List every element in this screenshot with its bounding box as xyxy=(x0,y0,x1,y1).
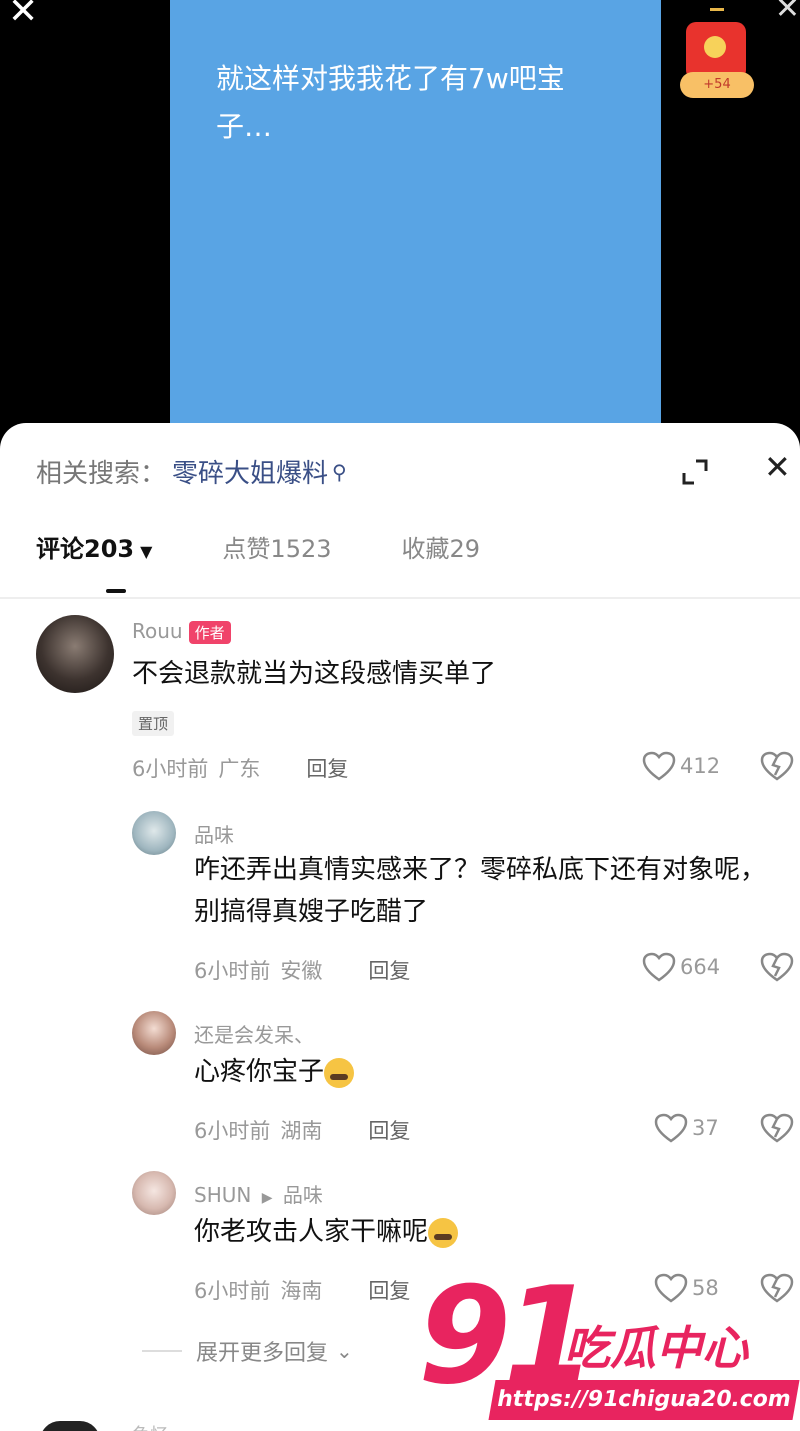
close-icon[interactable]: ✕ xyxy=(8,0,38,30)
comment-meta: 6小时前 海南 回复 xyxy=(194,1275,420,1305)
like-count: 664 xyxy=(680,955,721,979)
comment-text: 心疼你宝子 xyxy=(194,1051,774,1093)
reply-button[interactable]: 回复 xyxy=(368,959,410,983)
username-text: SHUN xyxy=(194,1183,252,1207)
comment-username[interactable]: 还是会发呆、 xyxy=(194,1019,314,1048)
tab-active-indicator xyxy=(106,589,126,593)
screen: 就这样对我我花了有7w吧宝子… ✕ ✕ +54 相关搜索： 零碎大姐爆料 ⚲ ✕… xyxy=(0,0,800,1431)
sheet-close-icon[interactable]: ✕ xyxy=(764,451,791,483)
comment-meta: 6小时前 安徽 回复 xyxy=(194,955,420,985)
author-badge: 作者 xyxy=(188,621,231,644)
video-overlay-text: 就这样对我我花了有7w吧宝子… xyxy=(216,62,565,143)
related-search-keyword[interactable]: 零碎大姐爆料 xyxy=(172,453,328,490)
related-search[interactable]: 相关搜索： 零碎大姐爆料 ⚲ xyxy=(36,453,347,490)
avatar[interactable] xyxy=(36,615,114,693)
comment-time: 6小时前 xyxy=(194,959,271,983)
reply-button[interactable]: 回复 xyxy=(368,1279,410,1303)
watermark-url: https://91chigua20.com xyxy=(488,1380,800,1420)
search-icon: ⚲ xyxy=(332,459,347,484)
redpack-reward-label: +54 xyxy=(680,72,754,98)
tab-comments[interactable]: 评论203 ▼ xyxy=(36,529,152,564)
chevron-down-icon: ⌄ xyxy=(336,1339,353,1363)
comment-region: 安徽 xyxy=(280,959,323,983)
comment-text-content: 你老攻击人家干嘛呢 xyxy=(194,1217,429,1247)
tab-favorites[interactable]: 收藏29 xyxy=(402,529,481,564)
avatar[interactable] xyxy=(132,1171,176,1215)
dislike-icon[interactable] xyxy=(760,751,794,781)
fullscreen-icon[interactable] xyxy=(680,457,710,487)
video-player[interactable]: 就这样对我我花了有7w吧宝子… ✕ ✕ +54 xyxy=(0,0,800,440)
like-button[interactable]: 37 xyxy=(654,1113,719,1143)
avatar[interactable] xyxy=(40,1421,100,1431)
comment-meta: 6小时前 湖南 回复 xyxy=(194,1115,420,1145)
comment-time: 6小时前 xyxy=(194,1279,271,1303)
laughing-crying-emoji-icon xyxy=(428,1217,459,1248)
tab-likes[interactable]: 点赞1523 xyxy=(222,529,331,564)
caret-down-icon: ▼ xyxy=(140,542,153,561)
divider-line xyxy=(142,1350,182,1352)
reply-arrow-icon: ▶ xyxy=(261,1190,273,1206)
reply-button[interactable]: 回复 xyxy=(306,757,348,781)
like-button[interactable]: 412 xyxy=(642,751,720,781)
like-button[interactable]: 664 xyxy=(642,952,720,982)
reply-to-username[interactable]: 品味 xyxy=(283,1183,323,1207)
comment-region: 广东 xyxy=(218,757,261,781)
comment-region: 海南 xyxy=(280,1279,323,1303)
dislike-icon[interactable] xyxy=(760,952,794,982)
comment-time: 6小时前 xyxy=(194,1119,271,1143)
comment-text: 你老攻击人家干嘛呢 xyxy=(194,1211,774,1253)
watermark: 91 吃瓜中心 https://91chigua20.com xyxy=(418,1258,800,1431)
comment-text: 咋还弄出真情实感来了？零碎私底下还有对象呢，别搞得真嫂子吃醋了 xyxy=(194,855,767,927)
comment-meta: 6小时前 广东 回复 xyxy=(132,753,358,783)
comment-username[interactable]: 品味 xyxy=(194,819,234,848)
expand-more-label: 展开更多回复 xyxy=(196,1341,329,1366)
coin-icon xyxy=(704,36,726,58)
comment-username[interactable]: 鱼忆 xyxy=(132,1421,168,1431)
comment-username[interactable]: SHUN ▶ 品味 xyxy=(194,1179,323,1208)
crying-emoji-icon xyxy=(324,1057,355,1088)
heart-icon xyxy=(642,751,676,781)
watermark-name: 吃瓜中心 xyxy=(564,1321,748,1375)
heart-icon xyxy=(654,1113,688,1143)
like-count: 412 xyxy=(680,754,721,778)
comment-text-content: 心疼你宝子 xyxy=(194,1057,325,1087)
comment-region: 湖南 xyxy=(280,1119,323,1143)
tab-bar: 评论203 ▼ 点赞1523 收藏29 xyxy=(36,529,550,564)
username-text: Rouu xyxy=(132,619,183,643)
dislike-icon[interactable] xyxy=(760,1113,794,1143)
divider xyxy=(0,597,800,599)
redpack-dash xyxy=(710,8,724,11)
comment-text: 不会退款就当为这段感情买单了 xyxy=(132,659,497,689)
like-count: 37 xyxy=(692,1116,719,1140)
avatar[interactable] xyxy=(132,811,176,855)
tab-comments-label: 评论203 xyxy=(36,535,135,563)
comment-username[interactable]: Rouu 作者 xyxy=(132,619,231,644)
related-search-label: 相关搜索： xyxy=(36,459,167,489)
red-packet-widget[interactable]: +54 xyxy=(680,8,754,100)
close-icon-right[interactable]: ✕ xyxy=(775,0,800,24)
reply-button[interactable]: 回复 xyxy=(368,1119,410,1143)
pinned-badge: 置顶 xyxy=(132,711,175,736)
expand-more-replies-button[interactable]: 展开更多回复 ⌄ xyxy=(142,1335,353,1367)
avatar[interactable] xyxy=(132,1011,176,1055)
comment-time: 6小时前 xyxy=(132,757,209,781)
heart-icon xyxy=(642,952,676,982)
